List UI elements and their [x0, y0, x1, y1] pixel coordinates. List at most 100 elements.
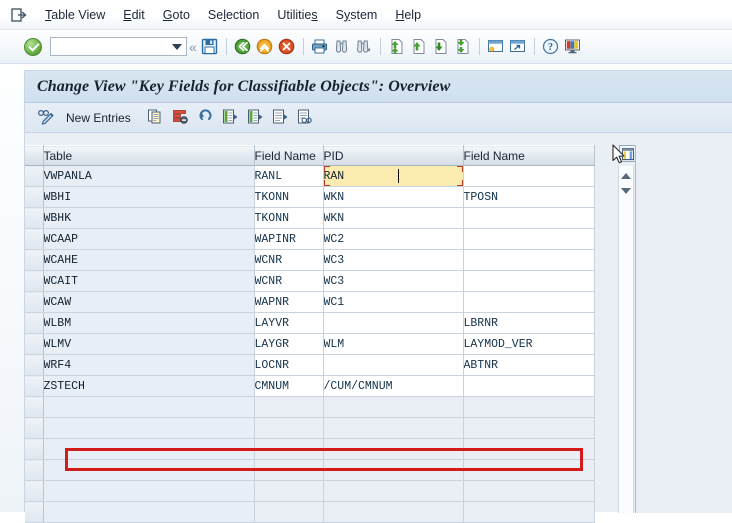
cell-field-name-1[interactable]: WAPINR: [254, 228, 324, 250]
cell-empty[interactable]: [463, 459, 595, 481]
cell-field-name-1[interactable]: LAYVR: [254, 312, 324, 334]
cell-pid[interactable]: RAN: [323, 165, 464, 187]
row-selector[interactable]: [25, 312, 44, 334]
print-button[interactable]: [309, 36, 331, 58]
row-selector[interactable]: [25, 291, 44, 313]
cell-field-name-2[interactable]: [463, 291, 595, 313]
create-session-button[interactable]: [485, 36, 507, 58]
cell-empty[interactable]: [323, 501, 464, 523]
copy-as-button[interactable]: [143, 107, 168, 129]
cell-empty[interactable]: [463, 501, 595, 523]
save-button[interactable]: [199, 36, 221, 58]
cell-pid[interactable]: WC2: [323, 228, 464, 250]
cell-table[interactable]: WBHI: [43, 186, 255, 208]
table-row[interactable]: VWPANLA RANL RAN: [25, 165, 595, 187]
undo-button[interactable]: [193, 107, 218, 129]
cell-empty[interactable]: [254, 396, 324, 418]
cell-pid[interactable]: /CUM/CMNUM: [323, 375, 464, 397]
cell-table[interactable]: WRF4: [43, 354, 255, 376]
find-next-button[interactable]: [353, 36, 375, 58]
row-selector[interactable]: [25, 459, 44, 481]
table-row[interactable]: WRF4 LOCNR ABTNR: [25, 354, 595, 376]
cell-table[interactable]: WLMV: [43, 333, 255, 355]
cell-table[interactable]: ZSTECH: [43, 375, 255, 397]
cell-empty[interactable]: [323, 396, 464, 418]
cell-table[interactable]: WCAW: [43, 291, 255, 313]
table-row[interactable]: WCAW WAPNR WC1: [25, 291, 595, 313]
display-change-button[interactable]: [33, 107, 60, 129]
row-selector[interactable]: [25, 480, 44, 502]
cell-field-name-2[interactable]: ABTNR: [463, 354, 595, 376]
back-button[interactable]: [232, 36, 254, 58]
cell-table[interactable]: WCAAP: [43, 228, 255, 250]
row-selector[interactable]: [25, 333, 44, 355]
cell-field-name-2[interactable]: [463, 249, 595, 271]
cell-field-name-1[interactable]: WCNR: [254, 270, 324, 292]
table-row-empty[interactable]: [25, 417, 595, 439]
cell-field-name-1[interactable]: LOCNR: [254, 354, 324, 376]
cell-empty[interactable]: [43, 396, 255, 418]
table-row[interactable]: WCAIT WCNR WC3: [25, 270, 595, 292]
row-selector[interactable]: [25, 207, 44, 229]
row-selector[interactable]: [25, 270, 44, 292]
cell-field-name-2[interactable]: TPOSN: [463, 186, 595, 208]
find-button[interactable]: [331, 36, 353, 58]
cell-empty[interactable]: [323, 417, 464, 439]
row-selector[interactable]: [25, 249, 44, 271]
cell-field-name-1[interactable]: WCNR: [254, 249, 324, 271]
column-header-field-name-1[interactable]: Field Name: [254, 145, 324, 166]
green-check-enter-icon[interactable]: [24, 37, 42, 56]
previous-page-button[interactable]: [408, 36, 430, 58]
cell-field-name-2[interactable]: [463, 165, 595, 187]
cell-field-name-2[interactable]: LAYMOD_VER: [463, 333, 595, 355]
cell-pid[interactable]: WC3: [323, 270, 464, 292]
cell-table[interactable]: WLBM: [43, 312, 255, 334]
exit-button[interactable]: [254, 36, 276, 58]
table-row-empty[interactable]: [25, 459, 595, 481]
scroll-down-button[interactable]: [619, 183, 633, 198]
table-row-empty[interactable]: [25, 480, 595, 502]
table-row[interactable]: WBHI TKONN WKN TPOSN: [25, 186, 595, 208]
create-shortcut-button[interactable]: [507, 36, 529, 58]
next-page-button[interactable]: [430, 36, 452, 58]
cell-pid[interactable]: WKN: [323, 186, 464, 208]
cell-pid[interactable]: WLM: [323, 333, 464, 355]
table-row[interactable]: WCAAP WAPINR WC2: [25, 228, 595, 250]
cell-pid[interactable]: [323, 312, 464, 334]
cell-empty[interactable]: [43, 480, 255, 502]
table-row[interactable]: WBHK TKONN WKN: [25, 207, 595, 229]
cell-field-name-1[interactable]: LAYGR: [254, 333, 324, 355]
menu-item-help[interactable]: Help: [386, 6, 430, 24]
cell-field-name-2[interactable]: LBRNR: [463, 312, 595, 334]
row-selector[interactable]: [25, 165, 44, 187]
cell-empty[interactable]: [43, 438, 255, 460]
menu-item-utilities[interactable]: Utilities: [268, 6, 326, 24]
system-menu-icon[interactable]: [10, 6, 28, 24]
cell-pid[interactable]: [323, 354, 464, 376]
cell-empty[interactable]: [463, 438, 595, 460]
cell-empty[interactable]: [43, 459, 255, 481]
row-selector[interactable]: [25, 501, 44, 523]
cell-table[interactable]: WCAHE: [43, 249, 255, 271]
cell-empty[interactable]: [43, 501, 255, 523]
menu-item-goto[interactable]: Goto: [154, 6, 199, 24]
cell-empty[interactable]: [254, 480, 324, 502]
row-selector[interactable]: [25, 186, 44, 208]
menu-item-edit[interactable]: Edit: [114, 6, 154, 24]
cell-field-name-2[interactable]: [463, 228, 595, 250]
table-row-empty[interactable]: [25, 396, 595, 418]
table-row-empty[interactable]: [25, 438, 595, 460]
command-field[interactable]: [50, 37, 187, 56]
row-selector[interactable]: [25, 375, 44, 397]
cell-field-name-1[interactable]: TKONN: [254, 186, 324, 208]
chevron-down-icon[interactable]: [172, 44, 182, 50]
row-selector[interactable]: [25, 438, 44, 460]
select-all-corner[interactable]: [25, 145, 44, 166]
cell-empty[interactable]: [323, 459, 464, 481]
table-vertical-scrollbar[interactable]: [618, 166, 634, 513]
table-row-empty[interactable]: [25, 501, 595, 523]
cell-field-name-1[interactable]: RANL: [254, 165, 324, 187]
double-chevron-left-icon[interactable]: «: [187, 40, 199, 54]
cell-table[interactable]: WBHK: [43, 207, 255, 229]
cell-empty[interactable]: [323, 480, 464, 502]
